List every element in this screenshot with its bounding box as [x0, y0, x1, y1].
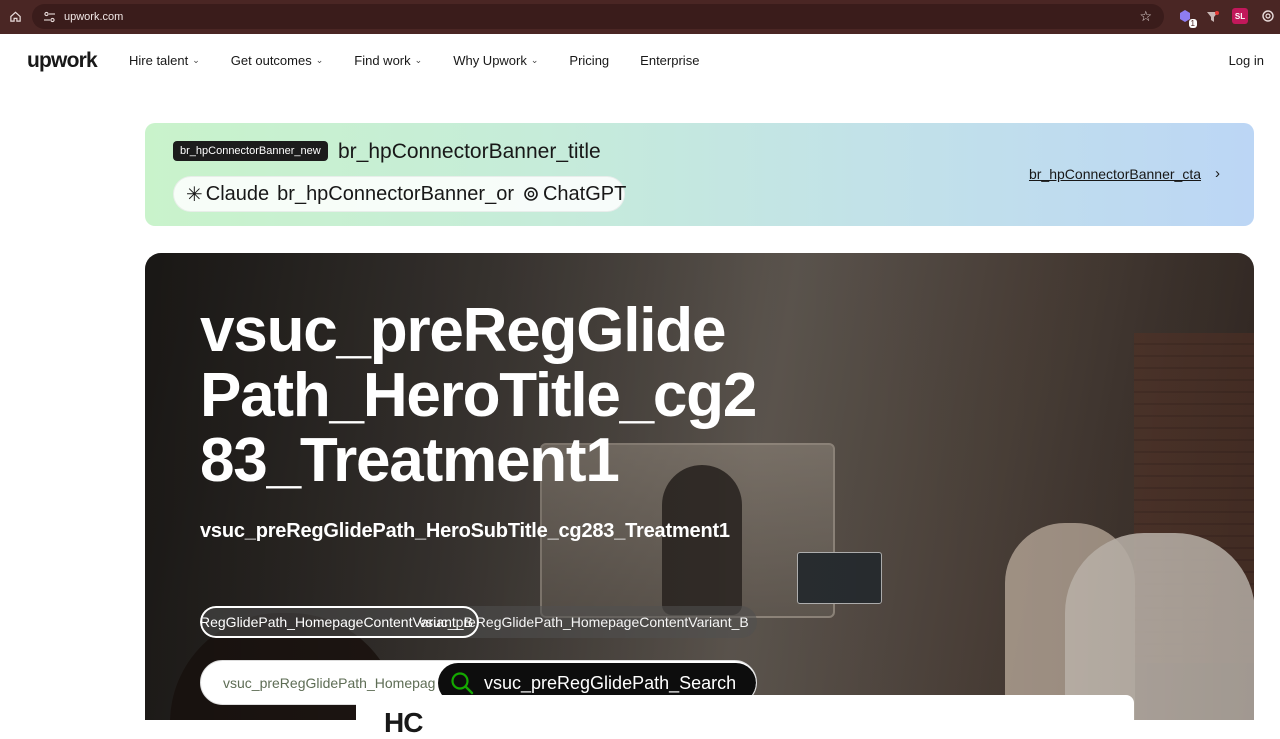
chevron-down-icon: ⌄: [414, 55, 423, 65]
openai-extension-icon[interactable]: [1259, 7, 1277, 25]
bookmark-star-icon[interactable]: ☆: [1139, 8, 1152, 25]
or-label: br_hpConnectorBanner_or: [277, 182, 514, 205]
ai-connectors-pill: ✳ Claude br_hpConnectorBanner_or ChatGPT: [173, 176, 627, 212]
new-badge: br_hpConnectorBanner_new: [173, 141, 328, 161]
hero-section: vsuc_preRegGlidePath_HeroTitle_cg283_Tre…: [145, 253, 1254, 720]
nav-why-upwork[interactable]: Why Upwork ⌄: [453, 53, 538, 68]
toggle-option-1[interactable]: RegGlidePath_HomepageContentVariant_B: [200, 606, 479, 638]
overlay-card: HC: [356, 695, 1134, 738]
banner-title: br_hpConnectorBanner_title: [338, 140, 601, 163]
main-nav: Hire talent ⌄ Get outcomes ⌄ Find work ⌄ Wh…: [129, 53, 730, 68]
claude-label: Claude: [205, 182, 270, 205]
site-header: upwork Hire talent ⌄ Get outcomes ⌄ Find w…: [0, 35, 1280, 87]
claude-icon: ✳: [186, 183, 203, 206]
overlay-card-heading: HC: [384, 707, 423, 738]
upwork-logo[interactable]: upwork: [27, 49, 98, 73]
search-button-label: vsuc_preRegGlidePath_Search: [484, 672, 737, 693]
chevron-down-icon: ⌄: [315, 55, 324, 65]
url-text: upwork.com: [64, 10, 124, 23]
chatgpt-label: ChatGPT: [542, 182, 627, 205]
profile-avatar[interactable]: SL: [1231, 7, 1249, 25]
site-info-icon[interactable]: [40, 8, 58, 26]
extension-badge: 1: [1188, 19, 1197, 28]
login-link[interactable]: Log in: [1229, 53, 1264, 68]
nav-enterprise[interactable]: Enterprise: [640, 53, 699, 68]
chevron-down-icon: ⌄: [192, 55, 200, 65]
hero-title: vsuc_preRegGlidePath_HeroTitle_cg283_Tre…: [200, 296, 757, 495]
content-variant-toggle: vsuc_preRegGlidePath_HomepageContentVari…: [200, 606, 757, 638]
connector-banner: br_hpConnectorBanner_new br_hpConnectorB…: [145, 123, 1254, 226]
chevron-right-icon[interactable]: ›: [1215, 165, 1220, 182]
nav-get-outcomes[interactable]: Get outcomes ⌄: [231, 53, 323, 68]
search-icon: [450, 671, 474, 695]
banner-cta-link[interactable]: br_hpConnectorBanner_cta: [1029, 166, 1201, 182]
nav-find-work[interactable]: Find work ⌄: [354, 53, 422, 68]
chatgpt-icon: [522, 185, 540, 203]
chevron-down-icon: ⌄: [530, 55, 539, 65]
address-bar[interactable]: upwork.com ☆: [32, 4, 1164, 29]
home-icon[interactable]: [6, 7, 24, 25]
browser-toolbar: upwork.com ☆ 1 SL: [0, 0, 1280, 34]
hero-subtitle: vsuc_preRegGlidePath_HeroSubTitle_cg283_…: [200, 520, 730, 542]
nav-pricing[interactable]: Pricing: [569, 53, 609, 68]
filter-extension-icon[interactable]: [1203, 7, 1221, 25]
nav-hire-talent[interactable]: Hire talent ⌄: [129, 53, 200, 68]
extension-icon[interactable]: 1: [1176, 7, 1197, 28]
